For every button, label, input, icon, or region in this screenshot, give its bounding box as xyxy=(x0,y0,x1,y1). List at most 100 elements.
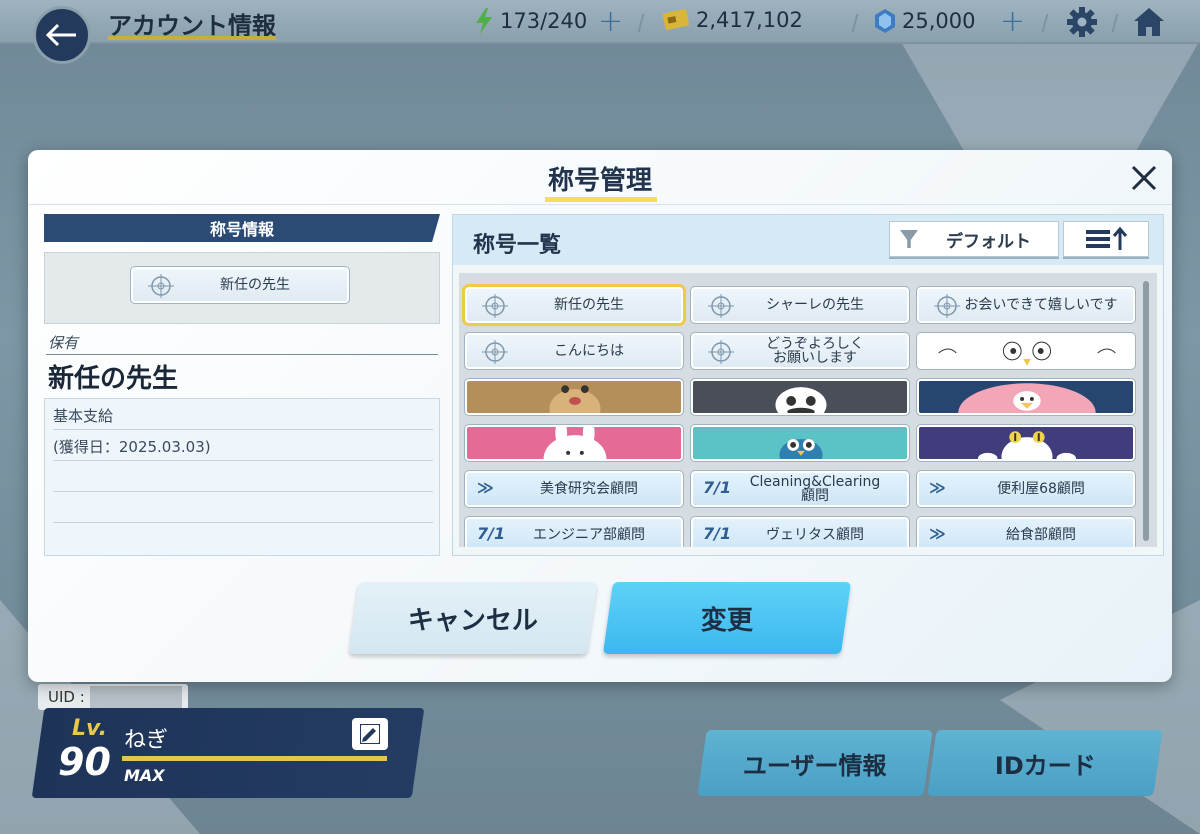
scrollbar[interactable] xyxy=(1143,281,1149,541)
gems-value: 25,000 xyxy=(902,9,976,33)
mascot-icon xyxy=(977,431,1077,459)
edit-name-button[interactable] xyxy=(352,718,388,750)
club-logo-icon: 7/1 xyxy=(703,524,732,543)
mascot-icon xyxy=(938,341,1116,366)
mascot-icon xyxy=(549,385,601,413)
title-item-label: こんにちは xyxy=(554,343,624,359)
filter-icon xyxy=(900,230,918,248)
title-item[interactable]: ≫ 給食部顧問 xyxy=(916,516,1136,547)
level-label: Lv. xyxy=(72,716,107,741)
title-item-label: お会いできて嬉しいです xyxy=(964,297,1118,313)
crosshair-icon xyxy=(148,274,174,298)
title-description-box: 基本支給 (獲得日：2025.03.03) xyxy=(44,398,440,556)
divider xyxy=(28,204,1172,205)
mascot-icon xyxy=(775,387,827,413)
title-item[interactable]: ≫ 便利屋68顧問 xyxy=(916,470,1136,508)
title-item[interactable]: 新任の先生 xyxy=(462,284,686,326)
title-item-label: 給食部顧問 xyxy=(1006,527,1076,543)
change-button[interactable]: 変更 xyxy=(602,582,852,654)
title-item[interactable]: 7/1 ヴェリタス顧問 xyxy=(690,516,910,547)
desc-row xyxy=(53,461,433,492)
title-item-label: ヴェリタス顧問 xyxy=(766,527,864,543)
sort-filter-button[interactable]: デフォルト xyxy=(889,221,1059,257)
crosshair-icon xyxy=(934,294,960,318)
ap-display: 173/240 xyxy=(474,8,587,34)
title-item[interactable] xyxy=(916,378,1136,416)
title-underline xyxy=(108,36,276,40)
desc-row xyxy=(53,492,433,523)
title-item[interactable] xyxy=(690,378,910,416)
owned-divider xyxy=(46,354,438,355)
title-item-label: 美食研究会顧問 xyxy=(540,481,638,497)
owned-label: 保有 xyxy=(48,334,79,352)
title-management-dialog: 称号管理 称号情報 新任の先生 保有 新任の先生 基本支給 (獲得日：2025.… xyxy=(28,150,1172,682)
list-header: 称号一覧 デフォルト xyxy=(453,215,1163,265)
desc-row: 基本支給 xyxy=(53,399,433,430)
title-item[interactable] xyxy=(916,332,1136,370)
credits-value: 2,417,102 xyxy=(696,8,803,32)
title-item[interactable] xyxy=(464,424,684,462)
title-item[interactable]: お会いできて嬉しいです xyxy=(916,286,1136,324)
mascot-icon xyxy=(958,383,1096,413)
title-item[interactable]: 7/1 Cleaning&Clearing 顧問 xyxy=(690,470,910,508)
separator xyxy=(1111,14,1119,32)
crosshair-icon xyxy=(708,294,734,318)
title-item[interactable] xyxy=(690,424,910,462)
close-icon[interactable] xyxy=(1128,162,1160,194)
gems-display: 25,000 xyxy=(874,8,975,34)
title-item[interactable]: こんにちは xyxy=(464,332,684,370)
id-card-button[interactable]: IDカード xyxy=(927,730,1163,796)
club-logo-icon: ≫ xyxy=(929,524,946,543)
title-item-label: エンジニア部顧問 xyxy=(533,527,645,543)
title-item[interactable] xyxy=(464,378,684,416)
sort-ascending-icon xyxy=(1086,226,1128,250)
title-item-label: 新任の先生 xyxy=(554,297,624,313)
crosshair-icon xyxy=(482,340,508,364)
title-item-label: Cleaning&Clearing 顧問 xyxy=(749,474,881,504)
ap-value: 173/240 xyxy=(500,9,588,33)
mascot-icon xyxy=(779,439,823,459)
crosshair-icon xyxy=(482,294,508,318)
desc-row: (獲得日：2025.03.03) xyxy=(53,430,433,461)
title-item[interactable]: シャーレの先生 xyxy=(690,286,910,324)
title-preview: 新任の先生 xyxy=(44,252,440,324)
user-info-button[interactable]: ユーザー情報 xyxy=(697,730,933,796)
top-bar: アカウント情報 173/240 + 2,417,102 25,000 + xyxy=(0,0,1200,44)
exp-bar xyxy=(122,756,387,761)
pencil-icon xyxy=(360,724,380,744)
credits-display: 2,417,102 xyxy=(662,8,803,32)
gear-icon[interactable] xyxy=(1066,6,1098,38)
cancel-button[interactable]: キャンセル xyxy=(348,582,598,654)
gem-icon xyxy=(875,9,895,33)
title-item[interactable]: どうぞよろしく お願いします xyxy=(690,332,910,370)
uid-masked-value xyxy=(90,686,182,708)
level-value: 90 xyxy=(58,740,111,784)
home-icon[interactable] xyxy=(1132,6,1166,38)
sort-order-button[interactable] xyxy=(1063,221,1149,257)
ap-plus-button[interactable]: + xyxy=(598,4,623,39)
club-logo-icon: ≫ xyxy=(929,478,946,497)
title-list-panel: 称号一覧 デフォルト 新任の先生 シャーレの先生 お会いできて嬉しいですこんにちは ど… xyxy=(452,214,1164,556)
crosshair-icon xyxy=(708,340,734,364)
preview-title-text: 新任の先生 xyxy=(220,277,290,293)
title-item[interactable]: ≫ 美食研究会顧問 xyxy=(464,470,684,508)
arrow-left-icon xyxy=(46,23,76,47)
title-info-header: 称号情報 xyxy=(44,214,440,242)
gems-plus-button[interactable]: + xyxy=(1000,4,1025,39)
exp-max-label: MAX xyxy=(124,766,165,785)
title-grid: 新任の先生 シャーレの先生 お会いできて嬉しいですこんにちは どうぞよろしく お願いし… xyxy=(459,273,1157,547)
title-item[interactable] xyxy=(916,424,1136,462)
separator xyxy=(851,14,859,32)
sort-label: デフォルト xyxy=(946,231,1031,252)
separator xyxy=(1041,14,1049,32)
title-item-label: どうぞよろしく お願いします xyxy=(766,336,864,366)
separator xyxy=(637,14,645,32)
title-item-label: 便利屋68顧問 xyxy=(997,481,1085,497)
club-logo-icon: 7/1 xyxy=(703,478,732,497)
back-button[interactable] xyxy=(33,6,91,64)
preview-title-plate: 新任の先生 xyxy=(130,266,350,304)
title-item[interactable]: 7/1 エンジニア部顧問 xyxy=(464,516,684,547)
uid-label: UID : xyxy=(48,688,85,706)
credit-card-icon xyxy=(662,9,690,30)
owned-title-name: 新任の先生 xyxy=(48,364,179,394)
